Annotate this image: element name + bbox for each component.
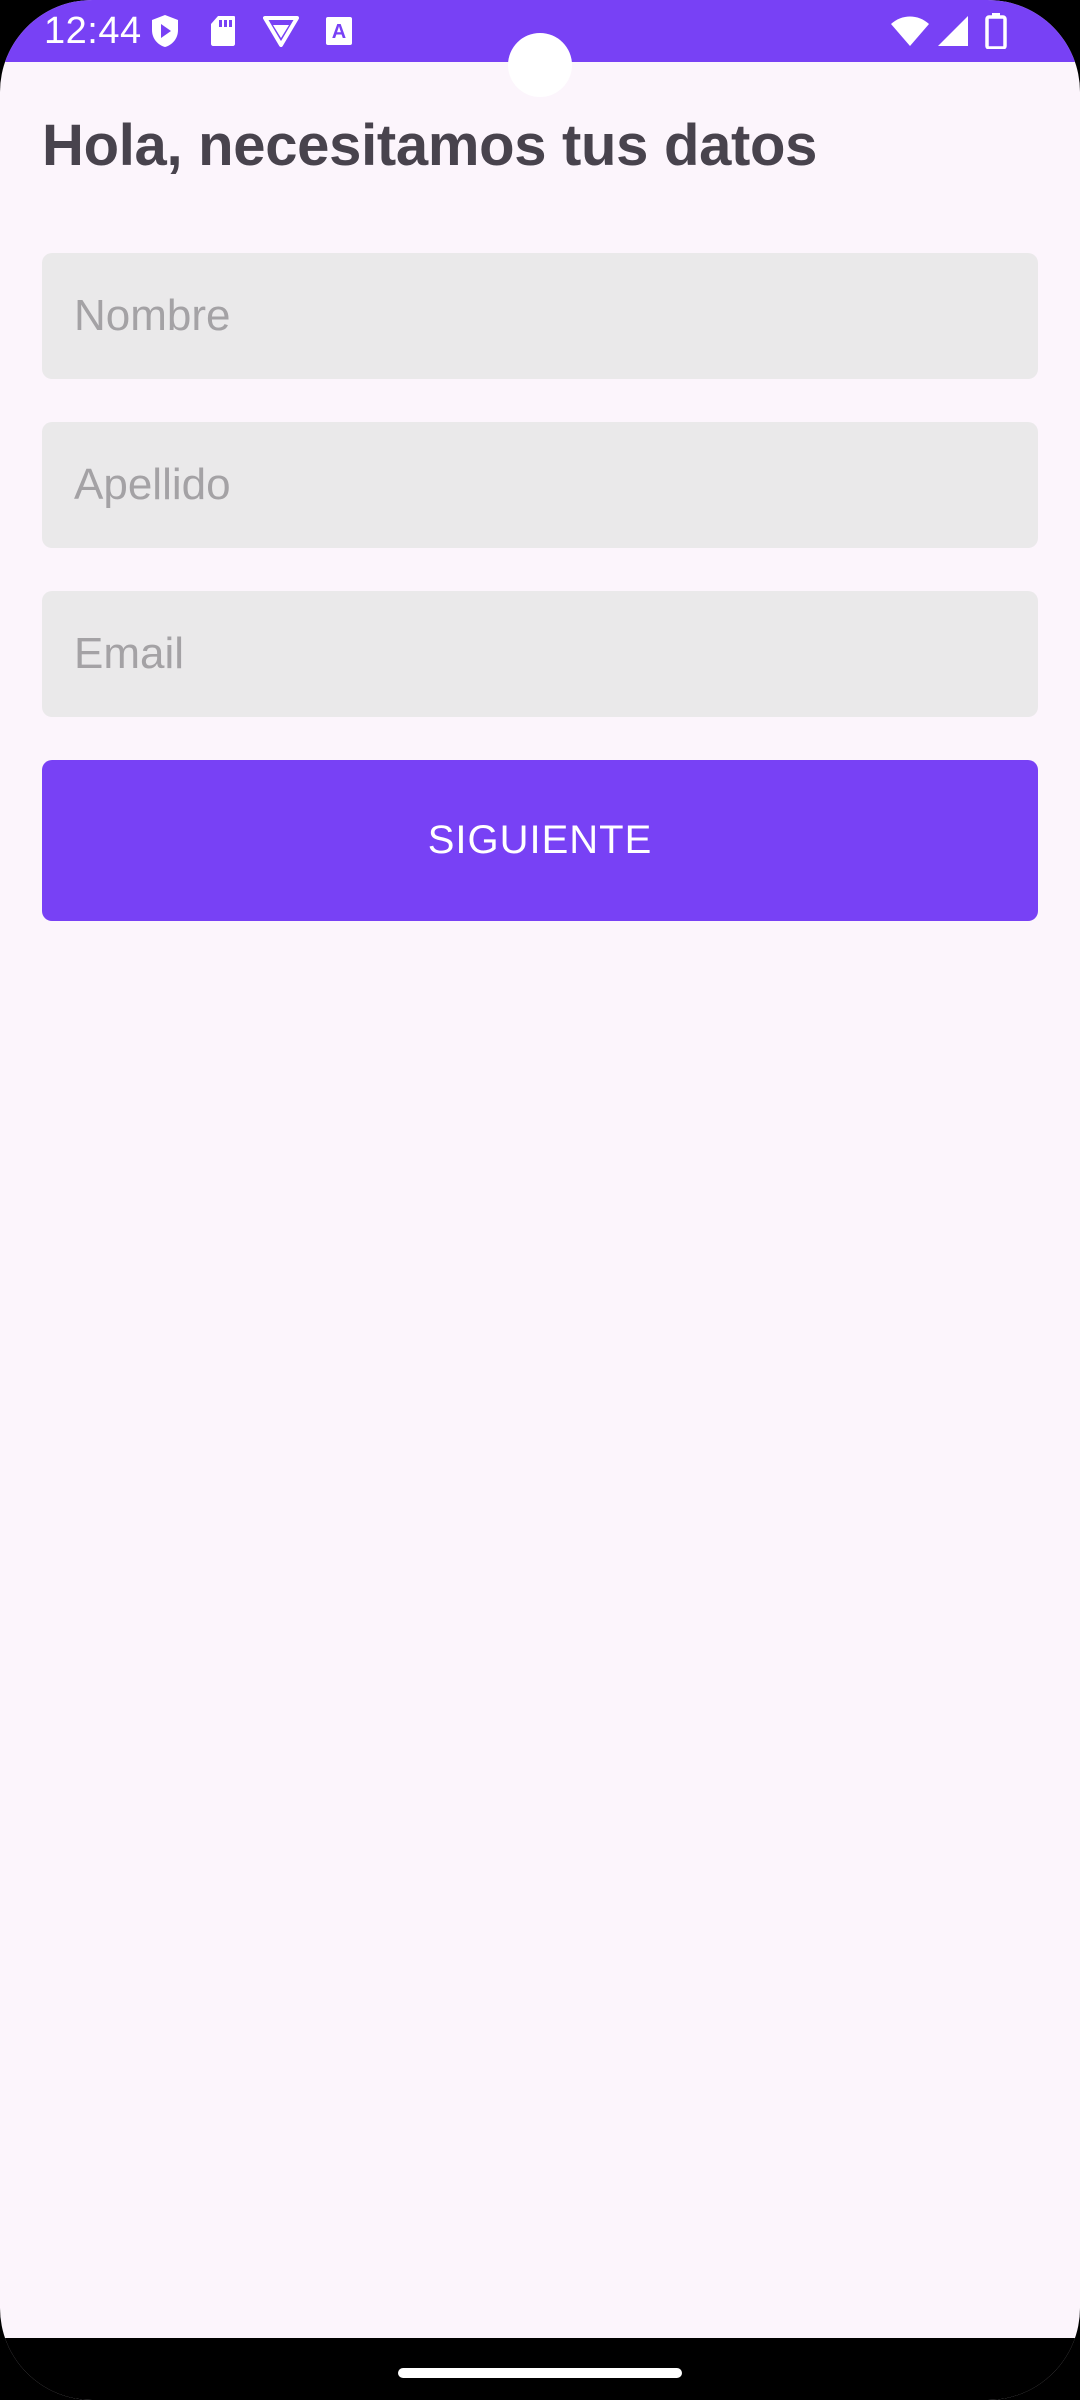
page-title: Hola, necesitamos tus datos: [42, 113, 818, 178]
apellido-input[interactable]: [42, 422, 1038, 548]
signal-icon: [936, 14, 970, 48]
svg-text:A: A: [332, 21, 346, 43]
app-screen: 12:44 A Hola, necesitamos tus datos Nomb…: [0, 0, 1080, 2400]
vpn-triangle-icon: [262, 14, 300, 48]
shield-play-icon: [148, 14, 182, 48]
wifi-icon: [890, 14, 930, 48]
camera-cutout: [508, 33, 572, 97]
email-input[interactable]: [42, 591, 1038, 717]
font-a-icon: A: [324, 14, 354, 48]
status-time: 12:44: [44, 10, 142, 52]
nombre-input[interactable]: [42, 253, 1038, 379]
siguiente-button[interactable]: SIGUIENTE: [42, 760, 1038, 921]
battery-icon: [984, 13, 1008, 49]
sd-card-icon: [208, 14, 238, 48]
home-gesture-handle[interactable]: [398, 2368, 682, 2378]
navigation-bar: [0, 2338, 1080, 2400]
